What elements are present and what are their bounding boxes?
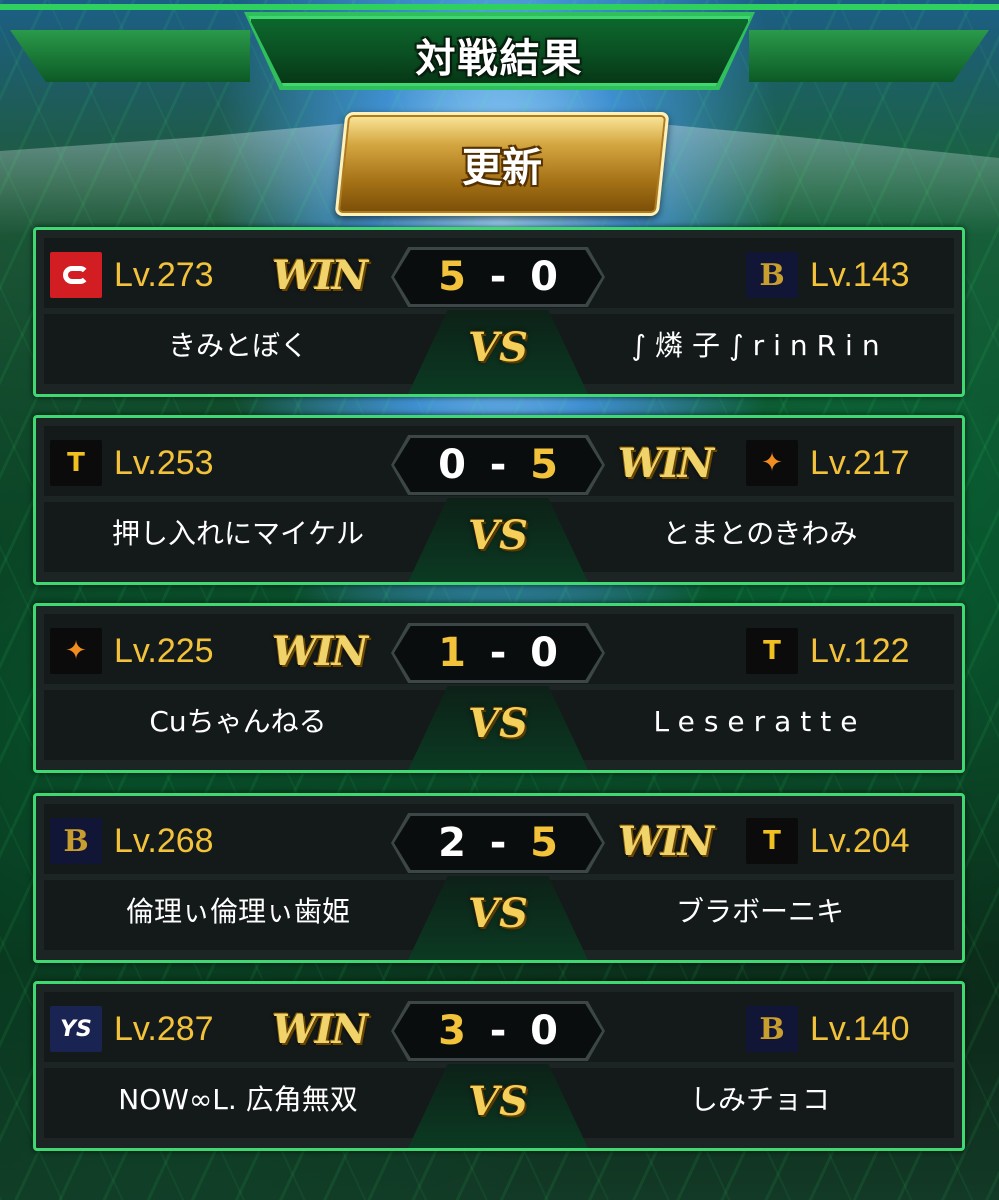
left-score: 5 bbox=[438, 254, 466, 300]
giants-logo-icon: ✦ bbox=[50, 628, 102, 674]
win-badge: WIN bbox=[272, 252, 368, 299]
player-name[interactable]: とまとのきわみ bbox=[570, 508, 950, 560]
win-badge: WIN bbox=[618, 818, 714, 865]
left-score: 3 bbox=[438, 1008, 466, 1054]
player-level: Lv.225 bbox=[114, 632, 214, 670]
vs-label: VS bbox=[468, 890, 528, 937]
score-center: 2 - 5 VS bbox=[391, 796, 605, 960]
vs-label: VS bbox=[468, 324, 528, 371]
right-score: 5 bbox=[530, 442, 558, 488]
match-card[interactable]: Lv.273 WIN きみとぼく B Lv.143 ∫燐子∫rinRin 5 - 0 VS bbox=[33, 227, 965, 397]
match-card[interactable]: YS Lv.287 WIN NOW∞L. 広角無双 B Lv.140 しみチョコ 3 - 0… bbox=[33, 981, 965, 1151]
right-score: 0 bbox=[530, 1008, 558, 1054]
match-card[interactable]: ✦ Lv.225 WIN Cuちゃんねる 𝗧 Lv.122 Leseratte 1 - 0 … bbox=[33, 603, 965, 773]
right-score: 0 bbox=[530, 630, 558, 676]
player-name[interactable]: NOW∞L. 広角無双 bbox=[48, 1074, 428, 1126]
player-level: Lv.253 bbox=[114, 444, 214, 482]
score-center: 3 - 0 VS bbox=[391, 984, 605, 1148]
tigers-logo-icon: 𝗧 bbox=[50, 440, 102, 486]
buffaloes-logo-icon: B bbox=[50, 818, 102, 864]
player-level: Lv.268 bbox=[114, 822, 214, 860]
tigers-logo-icon: 𝗧 bbox=[746, 628, 798, 674]
carp-logo-icon bbox=[50, 252, 102, 298]
score-separator: - bbox=[489, 1008, 507, 1054]
score-center: 1 - 0 VS bbox=[391, 606, 605, 770]
left-score: 2 bbox=[438, 820, 466, 866]
player-name[interactable]: ∫燐子∫rinRin bbox=[570, 320, 950, 372]
left-score: 0 bbox=[438, 442, 466, 488]
win-badge: WIN bbox=[272, 1006, 368, 1053]
player-name[interactable]: しみチョコ bbox=[570, 1074, 950, 1126]
player-level: Lv.204 bbox=[810, 822, 910, 860]
player-name[interactable]: ブラボーニキ bbox=[570, 886, 950, 938]
buffaloes-logo-icon: B bbox=[746, 1006, 798, 1052]
score-center: 5 - 0 VS bbox=[391, 230, 605, 394]
vs-label: VS bbox=[468, 700, 528, 747]
win-badge: WIN bbox=[272, 628, 368, 675]
tigers-logo-icon: 𝗧 bbox=[746, 818, 798, 864]
match-card[interactable]: 𝗧 Lv.253 押し入れにマイケル ✦ Lv.217 WIN とまとのきわみ 0 - 5 … bbox=[33, 415, 965, 585]
score-separator: - bbox=[489, 630, 507, 676]
player-level: Lv.140 bbox=[810, 1010, 910, 1048]
match-results-list: Lv.273 WIN きみとぼく B Lv.143 ∫燐子∫rinRin 5 - 0 VS… bbox=[0, 0, 999, 1200]
score-separator: - bbox=[489, 820, 507, 866]
player-name[interactable]: Cuちゃんねる bbox=[48, 696, 428, 748]
player-level: Lv.217 bbox=[810, 444, 910, 482]
giants-logo-icon: ✦ bbox=[746, 440, 798, 486]
player-name[interactable]: 倫理ぃ倫理ぃ歯姫 bbox=[48, 886, 428, 938]
swallows-logo-icon: YS bbox=[50, 1006, 102, 1052]
score-separator: - bbox=[489, 442, 507, 488]
win-badge: WIN bbox=[618, 440, 714, 487]
player-name[interactable]: Leseratte bbox=[570, 696, 950, 748]
left-score: 1 bbox=[438, 630, 466, 676]
score-separator: - bbox=[489, 254, 507, 300]
score-center: 0 - 5 VS bbox=[391, 418, 605, 582]
player-level: Lv.273 bbox=[114, 256, 214, 294]
player-name[interactable]: 押し入れにマイケル bbox=[48, 508, 428, 560]
right-score: 5 bbox=[530, 820, 558, 866]
player-level: Lv.143 bbox=[810, 256, 910, 294]
buffaloes-logo-icon: B bbox=[746, 252, 798, 298]
vs-label: VS bbox=[468, 1078, 528, 1125]
match-card[interactable]: B Lv.268 倫理ぃ倫理ぃ歯姫 𝗧 Lv.204 WIN ブラボーニキ 2 - 5 VS bbox=[33, 793, 965, 963]
player-level: Lv.122 bbox=[810, 632, 910, 670]
right-score: 0 bbox=[530, 254, 558, 300]
player-level: Lv.287 bbox=[114, 1010, 214, 1048]
player-name[interactable]: きみとぼく bbox=[48, 320, 428, 372]
vs-label: VS bbox=[468, 512, 528, 559]
